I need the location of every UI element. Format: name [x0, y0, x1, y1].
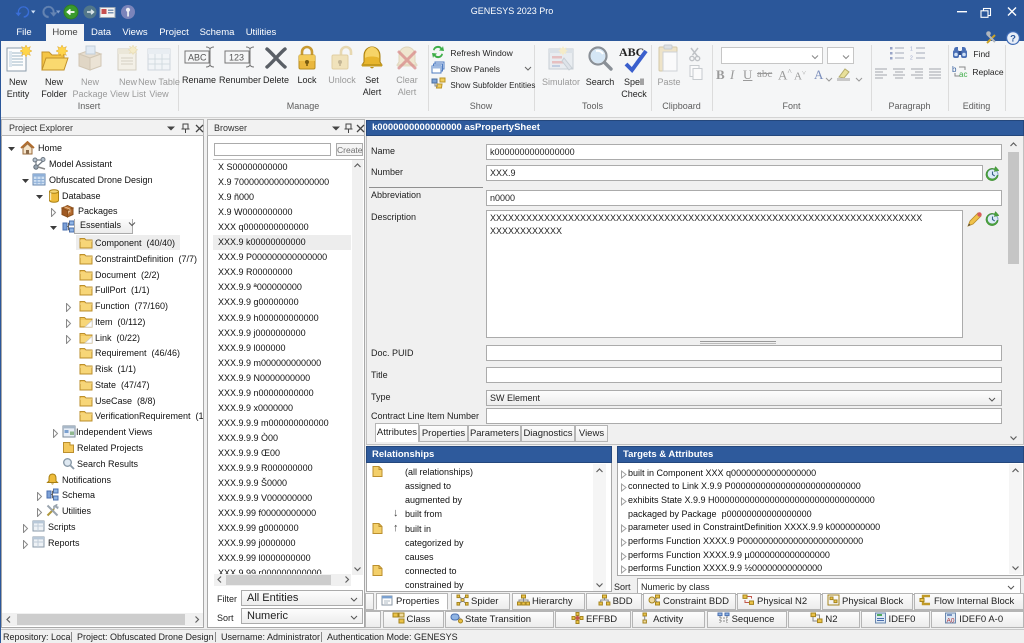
svg-text:123: 123: [229, 53, 244, 63]
svg-text:ABC: ABC: [188, 53, 207, 63]
svg-text:A0: A0: [947, 618, 955, 625]
svg-text:b: b: [952, 65, 957, 74]
svg-text:ac: ac: [959, 70, 967, 78]
svg-text:1: 1: [910, 47, 913, 53]
svg-text:2: 2: [910, 56, 913, 61]
svg-text:?: ?: [1010, 33, 1016, 44]
